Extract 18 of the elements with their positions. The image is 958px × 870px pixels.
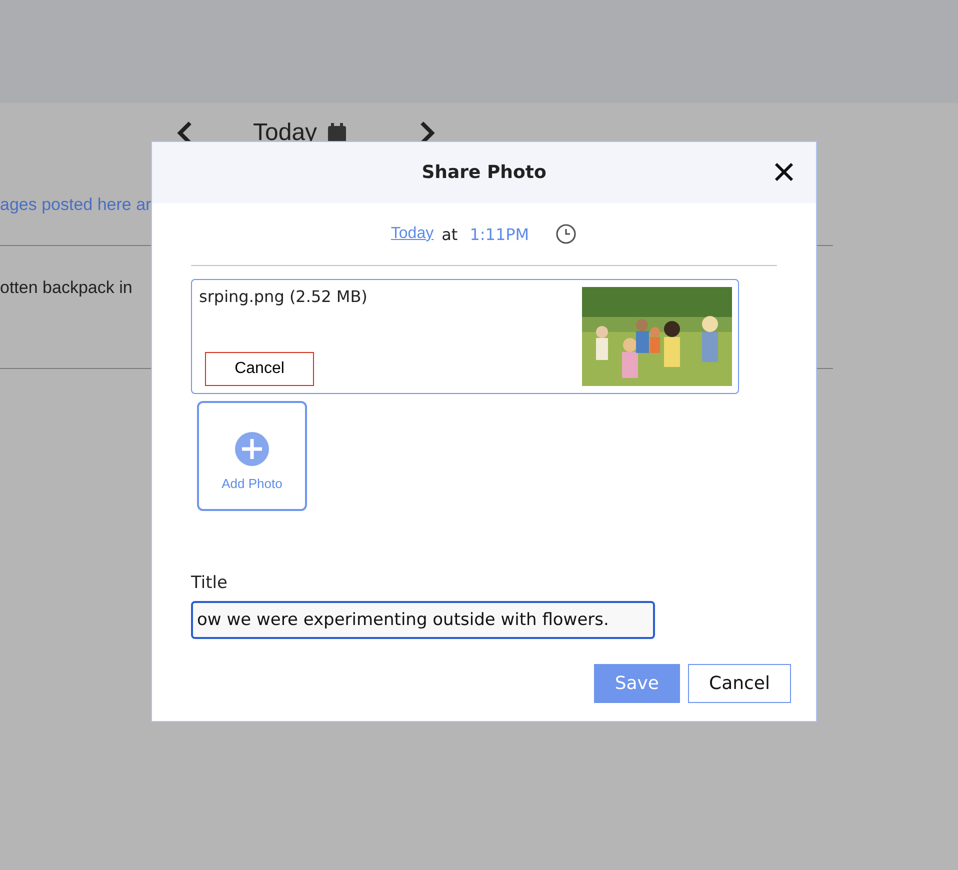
file-name: srping.png (2.52 MB)	[199, 287, 368, 306]
title-label: Title	[191, 573, 228, 593]
save-button[interactable]: Save	[594, 664, 680, 703]
calendar-icon[interactable]	[327, 123, 348, 143]
time-value[interactable]: 1:11PM	[470, 224, 530, 244]
info-message: ages posted here ar	[0, 195, 152, 215]
date-heading: Today	[253, 119, 318, 147]
add-photo-button[interactable]: Add Photo	[197, 401, 307, 511]
post-text: otten backpack in	[0, 278, 132, 298]
cancel-button[interactable]: Cancel	[688, 664, 791, 703]
cancel-upload-button[interactable]: Cancel	[205, 352, 314, 386]
date-link[interactable]: Today	[390, 225, 434, 243]
close-button[interactable]	[772, 160, 796, 184]
clock-icon[interactable]	[555, 223, 578, 245]
dialog-title: Share Photo	[422, 162, 546, 183]
at-text: at	[442, 224, 458, 244]
title-input[interactable]: ow we were experimenting outside with flowers.	[191, 601, 655, 639]
plus-icon	[235, 432, 269, 466]
